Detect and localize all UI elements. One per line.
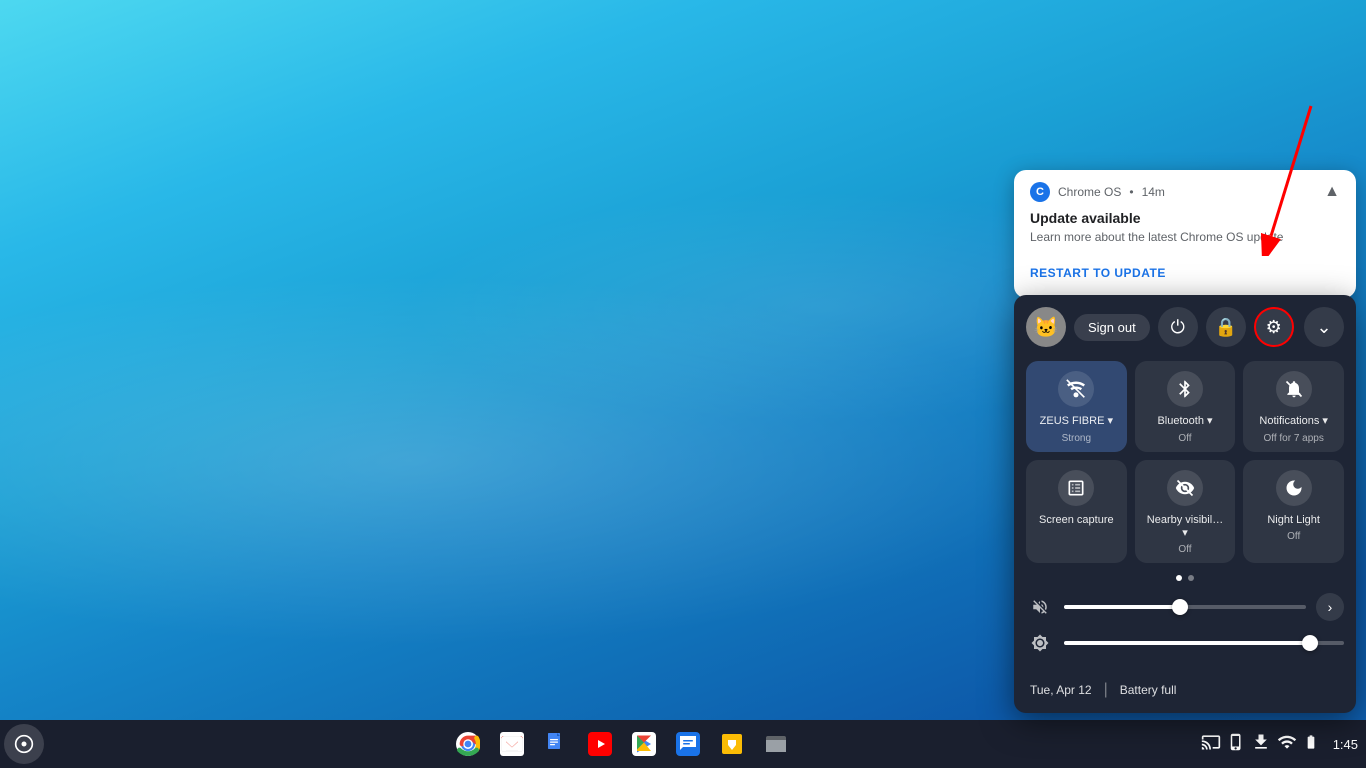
nearby-visibility-label: Nearby visibil… ▾ <box>1143 514 1228 540</box>
night-light-toggle[interactable]: Night Light Off <box>1243 460 1344 563</box>
download-icon[interactable] <box>1251 732 1271 757</box>
pagination-dots <box>1014 571 1356 589</box>
notif-time: 14m <box>1142 185 1165 199</box>
notifications-toggle[interactable]: Notifications ▾ Off for 7 apps <box>1243 361 1344 451</box>
night-light-label: Night Light <box>1267 514 1320 527</box>
pagination-dot-1[interactable] <box>1176 575 1182 581</box>
restart-to-update-button[interactable]: RESTART TO UPDATE <box>1030 266 1166 280</box>
launcher-button[interactable] <box>4 724 44 764</box>
wifi-icon <box>1058 371 1094 407</box>
clock[interactable]: 1:45 <box>1325 733 1366 756</box>
screen-capture-label: Screen capture <box>1039 514 1114 527</box>
volume-expand-button[interactable]: › <box>1316 593 1344 621</box>
pagination-dot-2[interactable] <box>1188 575 1194 581</box>
sliders-section: › <box>1014 589 1356 673</box>
brightness-icon <box>1026 629 1054 657</box>
notifications-sublabel: Off for 7 apps <box>1263 433 1323 444</box>
bluetooth-label: Bluetooth ▾ <box>1157 415 1212 428</box>
volume-slider-track[interactable] <box>1064 605 1306 609</box>
notif-action[interactable]: RESTART TO UPDATE <box>1014 256 1356 298</box>
notif-header: C Chrome OS • 14m ▲ <box>1014 170 1356 210</box>
nearby-visibility-toggle[interactable]: Nearby visibil… ▾ Off <box>1135 460 1236 563</box>
wifi-label: ZEUS FIBRE ▾ <box>1040 415 1113 428</box>
taskbar-gmail[interactable] <box>492 724 532 764</box>
taskbar-chat[interactable] <box>668 724 708 764</box>
power-icon: ⏻ <box>1171 317 1185 338</box>
taskbar-files[interactable] <box>756 724 796 764</box>
taskbar-youtube[interactable] <box>580 724 620 764</box>
bluetooth-toggle[interactable]: Bluetooth ▾ Off <box>1135 361 1236 451</box>
toggle-grid: ZEUS FIBRE ▾ Strong Bluetooth ▾ Off <box>1014 357 1356 571</box>
taskbar-docs[interactable] <box>536 724 576 764</box>
lock-icon: 🔒 <box>1214 317 1236 338</box>
chevron-down-icon: ⌄ <box>1316 317 1331 338</box>
lock-button[interactable]: 🔒 <box>1206 307 1246 347</box>
notif-app-icon: C <box>1030 182 1050 202</box>
notif-body: Learn more about the latest Chrome OS up… <box>1014 230 1356 256</box>
bluetooth-sublabel: Off <box>1178 433 1191 444</box>
volume-slider-thumb[interactable] <box>1172 599 1188 615</box>
bluetooth-icon <box>1167 371 1203 407</box>
footer-separator: | <box>1104 681 1108 699</box>
wifi-taskbar-icon[interactable] <box>1277 732 1297 757</box>
taskbar-apps <box>44 724 1201 764</box>
settings-gear-icon: ⚙ <box>1266 317 1282 338</box>
desktop: C Chrome OS • 14m ▲ Update available Lea… <box>0 0 1366 768</box>
taskbar-play-store[interactable] <box>624 724 664 764</box>
panel-footer: Tue, Apr 12 | Battery full <box>1014 673 1356 713</box>
battery-taskbar-icon[interactable] <box>1303 734 1319 755</box>
phone-hub-icon[interactable] <box>1227 733 1245 756</box>
settings-button[interactable]: ⚙ <box>1254 307 1294 347</box>
power-button[interactable]: ⏻ <box>1158 307 1198 347</box>
brightness-slider-track[interactable] <box>1064 641 1344 645</box>
nearby-visibility-sublabel: Off <box>1178 544 1191 555</box>
volume-slider-fill <box>1064 605 1180 609</box>
footer-date: Tue, Apr 12 <box>1030 683 1092 697</box>
notifications-label: Notifications ▾ <box>1259 415 1328 428</box>
system-tray: 1:45 <box>1201 732 1366 757</box>
brightness-slider-thumb[interactable] <box>1302 635 1318 651</box>
notifications-off-icon <box>1276 371 1312 407</box>
notif-app-name: Chrome OS <box>1058 185 1121 199</box>
volume-mute-icon <box>1026 593 1054 621</box>
wifi-sublabel: Strong <box>1062 433 1091 444</box>
notif-dot: • <box>1129 185 1133 199</box>
night-light-icon <box>1276 470 1312 506</box>
quick-settings-panel: 🐱 Sign out ⏻ 🔒 ⚙ ⌄ <box>1014 295 1356 713</box>
notif-title: Update available <box>1014 210 1356 230</box>
screen-capture-icon <box>1058 470 1094 506</box>
volume-slider-row: › <box>1026 593 1344 621</box>
cast-icon[interactable] <box>1201 732 1221 757</box>
taskbar-chrome[interactable] <box>448 724 488 764</box>
notif-chevron-icon[interactable]: ▲ <box>1324 183 1340 201</box>
taskbar: 1:45 <box>0 720 1366 768</box>
night-light-sublabel: Off <box>1287 531 1300 542</box>
wifi-toggle[interactable]: ZEUS FIBRE ▾ Strong <box>1026 361 1127 451</box>
screen-capture-toggle[interactable]: Screen capture <box>1026 460 1127 563</box>
taskbar-keep[interactable] <box>712 724 752 764</box>
brightness-slider-fill <box>1064 641 1310 645</box>
notification-card: C Chrome OS • 14m ▲ Update available Lea… <box>1014 170 1356 298</box>
footer-battery: Battery full <box>1120 683 1177 697</box>
sign-out-button[interactable]: Sign out <box>1074 314 1150 341</box>
expand-button[interactable]: ⌄ <box>1304 307 1344 347</box>
nearby-visibility-icon <box>1167 470 1203 506</box>
panel-top-row: 🐱 Sign out ⏻ 🔒 ⚙ ⌄ <box>1014 295 1356 357</box>
brightness-slider-row <box>1026 629 1344 657</box>
user-avatar[interactable]: 🐱 <box>1026 307 1066 347</box>
